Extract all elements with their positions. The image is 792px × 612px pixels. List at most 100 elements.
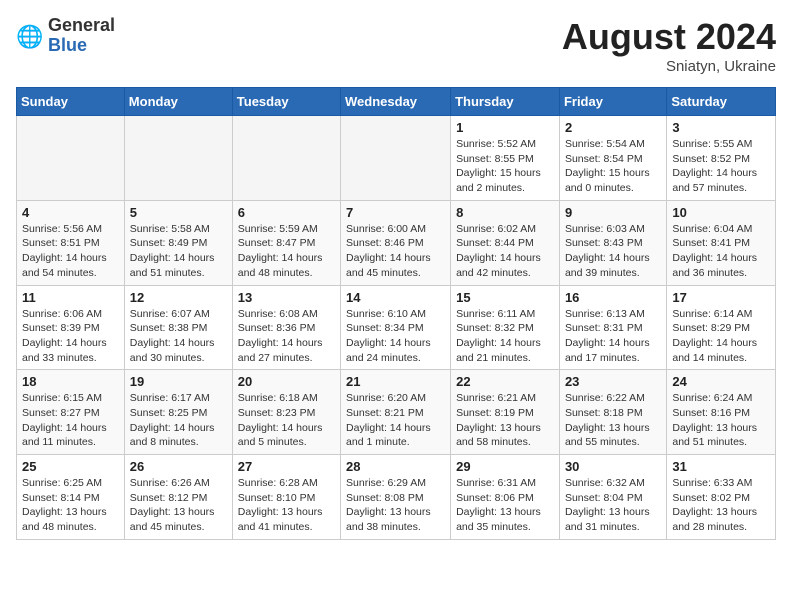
calendar-cell: 25Sunrise: 6:25 AM Sunset: 8:14 PM Dayli… <box>17 455 125 540</box>
day-number: 18 <box>22 374 119 389</box>
day-number: 12 <box>130 290 227 305</box>
day-info: Sunrise: 6:15 AM Sunset: 8:27 PM Dayligh… <box>22 391 119 450</box>
day-info: Sunrise: 6:22 AM Sunset: 8:18 PM Dayligh… <box>565 391 661 450</box>
day-info: Sunrise: 6:24 AM Sunset: 8:16 PM Dayligh… <box>672 391 770 450</box>
week-row-5: 25Sunrise: 6:25 AM Sunset: 8:14 PM Dayli… <box>17 455 776 540</box>
day-number: 28 <box>346 459 445 474</box>
day-number: 11 <box>22 290 119 305</box>
day-info: Sunrise: 6:00 AM Sunset: 8:46 PM Dayligh… <box>346 222 445 281</box>
calendar-cell <box>232 116 340 201</box>
location: Sniatyn, Ukraine <box>562 58 776 75</box>
calendar-cell: 22 Sunrise: 6:21 AM Sunset: 8:19 PM Dayli… <box>451 370 560 455</box>
calendar-cell: 2Sunrise: 5:54 AM Sunset: 8:54 PM Daylig… <box>559 116 666 201</box>
week-row-2: 4 Sunrise: 5:56 AM Sunset: 8:51 PM Daylig… <box>17 200 776 285</box>
calendar-cell: 30Sunrise: 6:32 AM Sunset: 8:04 PM Dayli… <box>559 455 666 540</box>
day-number: 13 <box>238 290 335 305</box>
day-number: 19 <box>130 374 227 389</box>
day-info: Sunrise: 6:03 AM Sunset: 8:43 PM Dayligh… <box>565 222 661 281</box>
weekday-header-thursday: Thursday <box>451 88 560 116</box>
calendar-cell: 14Sunrise: 6:10 AM Sunset: 8:34 PM Dayli… <box>341 285 451 370</box>
day-number: 3 <box>672 120 770 135</box>
week-row-1: 1Sunrise: 5:52 AM Sunset: 8:55 PM Daylig… <box>17 116 776 201</box>
logo: 🌐 General Blue <box>16 16 115 56</box>
day-info: Sunrise: 6:06 AM Sunset: 8:39 PM Dayligh… <box>22 307 119 366</box>
day-info: Sunrise: 6:17 AM Sunset: 8:25 PM Dayligh… <box>130 391 227 450</box>
day-number: 2 <box>565 120 661 135</box>
day-info: Sunrise: 6:32 AM Sunset: 8:04 PM Dayligh… <box>565 476 661 535</box>
weekday-header-saturday: Saturday <box>667 88 776 116</box>
calendar-cell: 15 Sunrise: 6:11 AM Sunset: 8:32 PM Dayli… <box>451 285 560 370</box>
day-number: 26 <box>130 459 227 474</box>
day-info: Sunrise: 6:29 AM Sunset: 8:08 PM Dayligh… <box>346 476 445 535</box>
day-info: Sunrise: 5:55 AM Sunset: 8:52 PM Dayligh… <box>672 137 770 196</box>
calendar-cell: 9 Sunrise: 6:03 AM Sunset: 8:43 PM Daylig… <box>559 200 666 285</box>
day-number: 15 <box>456 290 554 305</box>
logo-line2: Blue <box>48 36 115 56</box>
calendar-cell: 18 Sunrise: 6:15 AM Sunset: 8:27 PM Dayli… <box>17 370 125 455</box>
day-info: Sunrise: 6:28 AM Sunset: 8:10 PM Dayligh… <box>238 476 335 535</box>
day-number: 24 <box>672 374 770 389</box>
calendar-cell: 4 Sunrise: 5:56 AM Sunset: 8:51 PM Daylig… <box>17 200 125 285</box>
day-info: Sunrise: 6:14 AM Sunset: 8:29 PM Dayligh… <box>672 307 770 366</box>
week-row-4: 18 Sunrise: 6:15 AM Sunset: 8:27 PM Dayli… <box>17 370 776 455</box>
day-info: Sunrise: 6:10 AM Sunset: 8:34 PM Dayligh… <box>346 307 445 366</box>
day-number: 20 <box>238 374 335 389</box>
calendar-cell: 3 Sunrise: 5:55 AM Sunset: 8:52 PM Daylig… <box>667 116 776 201</box>
day-info: Sunrise: 5:56 AM Sunset: 8:51 PM Dayligh… <box>22 222 119 281</box>
day-number: 4 <box>22 205 119 220</box>
logo-line1: General <box>48 16 115 36</box>
calendar-cell: 24 Sunrise: 6:24 AM Sunset: 8:16 PM Dayli… <box>667 370 776 455</box>
day-number: 27 <box>238 459 335 474</box>
day-number: 29 <box>456 459 554 474</box>
day-number: 25 <box>22 459 119 474</box>
weekday-header-wednesday: Wednesday <box>341 88 451 116</box>
calendar-cell: 20Sunrise: 6:18 AM Sunset: 8:23 PM Dayli… <box>232 370 340 455</box>
day-number: 8 <box>456 205 554 220</box>
title-block: August 2024 Sniatyn, Ukraine <box>562 16 776 75</box>
weekday-header-friday: Friday <box>559 88 666 116</box>
calendar-cell: 17Sunrise: 6:14 AM Sunset: 8:29 PM Dayli… <box>667 285 776 370</box>
svg-text:🌐: 🌐 <box>16 24 43 49</box>
calendar-cell <box>17 116 125 201</box>
day-info: Sunrise: 6:04 AM Sunset: 8:41 PM Dayligh… <box>672 222 770 281</box>
calendar-cell: 7 Sunrise: 6:00 AM Sunset: 8:46 PM Daylig… <box>341 200 451 285</box>
calendar-cell: 1Sunrise: 5:52 AM Sunset: 8:55 PM Daylig… <box>451 116 560 201</box>
day-info: Sunrise: 5:59 AM Sunset: 8:47 PM Dayligh… <box>238 222 335 281</box>
calendar-cell: 28 Sunrise: 6:29 AM Sunset: 8:08 PM Dayli… <box>341 455 451 540</box>
day-info: Sunrise: 5:58 AM Sunset: 8:49 PM Dayligh… <box>130 222 227 281</box>
week-row-3: 11 Sunrise: 6:06 AM Sunset: 8:39 PM Dayli… <box>17 285 776 370</box>
day-info: Sunrise: 6:07 AM Sunset: 8:38 PM Dayligh… <box>130 307 227 366</box>
day-info: Sunrise: 6:26 AM Sunset: 8:12 PM Dayligh… <box>130 476 227 535</box>
day-number: 31 <box>672 459 770 474</box>
calendar-cell: 10 Sunrise: 6:04 AM Sunset: 8:41 PM Dayli… <box>667 200 776 285</box>
calendar-cell <box>124 116 232 201</box>
day-number: 10 <box>672 205 770 220</box>
calendar-cell: 29 Sunrise: 6:31 AM Sunset: 8:06 PM Dayli… <box>451 455 560 540</box>
weekday-header-tuesday: Tuesday <box>232 88 340 116</box>
weekday-header-monday: Monday <box>124 88 232 116</box>
logo-icon: 🌐 <box>16 22 44 50</box>
calendar-cell: 8 Sunrise: 6:02 AM Sunset: 8:44 PM Daylig… <box>451 200 560 285</box>
calendar-cell: 27 Sunrise: 6:28 AM Sunset: 8:10 PM Dayli… <box>232 455 340 540</box>
day-info: Sunrise: 6:08 AM Sunset: 8:36 PM Dayligh… <box>238 307 335 366</box>
calendar: SundayMondayTuesdayWednesdayThursdayFrid… <box>16 87 776 540</box>
weekday-header-sunday: Sunday <box>17 88 125 116</box>
day-number: 23 <box>565 374 661 389</box>
page-header: 🌐 General Blue August 2024 Sniatyn, Ukra… <box>16 16 776 75</box>
calendar-cell: 6 Sunrise: 5:59 AM Sunset: 8:47 PM Daylig… <box>232 200 340 285</box>
day-info: Sunrise: 6:11 AM Sunset: 8:32 PM Dayligh… <box>456 307 554 366</box>
day-number: 16 <box>565 290 661 305</box>
weekday-header-row: SundayMondayTuesdayWednesdayThursdayFrid… <box>17 88 776 116</box>
day-info: Sunrise: 6:20 AM Sunset: 8:21 PM Dayligh… <box>346 391 445 450</box>
day-info: Sunrise: 6:02 AM Sunset: 8:44 PM Dayligh… <box>456 222 554 281</box>
day-number: 9 <box>565 205 661 220</box>
day-info: Sunrise: 5:52 AM Sunset: 8:55 PM Dayligh… <box>456 137 554 196</box>
day-number: 5 <box>130 205 227 220</box>
day-info: Sunrise: 6:21 AM Sunset: 8:19 PM Dayligh… <box>456 391 554 450</box>
day-info: Sunrise: 6:31 AM Sunset: 8:06 PM Dayligh… <box>456 476 554 535</box>
day-number: 22 <box>456 374 554 389</box>
day-info: Sunrise: 6:13 AM Sunset: 8:31 PM Dayligh… <box>565 307 661 366</box>
day-number: 7 <box>346 205 445 220</box>
day-number: 6 <box>238 205 335 220</box>
calendar-cell <box>341 116 451 201</box>
